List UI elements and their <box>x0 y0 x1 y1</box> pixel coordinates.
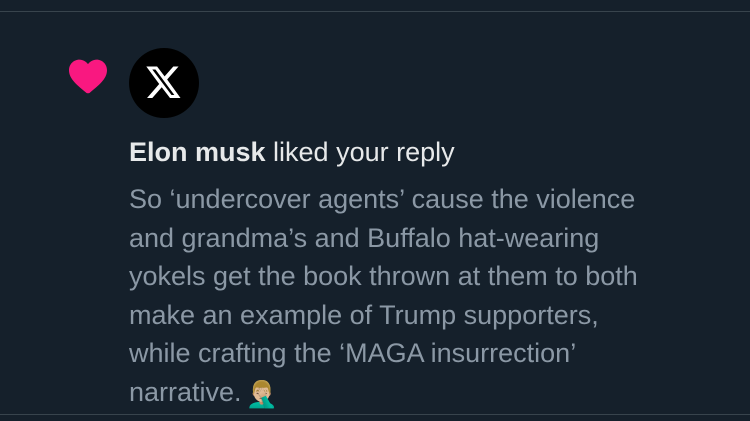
avatar[interactable] <box>129 48 199 118</box>
reply-last-line: narrative. 🤦🏼‍♂️ <box>129 373 729 412</box>
reply-line: narrative. <box>129 376 242 407</box>
reply-line: while crafting the ‘MAGA insurrection’ <box>129 338 577 368</box>
x-logo-icon <box>146 66 181 98</box>
like-notification[interactable]: Elon musk liked your reply So ‘undercove… <box>0 12 750 414</box>
heart-icon <box>69 59 107 94</box>
reply-line: make an example of Trump supporters, <box>129 299 599 330</box>
user-name[interactable]: Elon musk <box>129 137 266 167</box>
reply-text[interactable]: So ‘undercover agents’ cause the violenc… <box>129 180 729 411</box>
notification-headline: Elon musk liked your reply <box>129 135 455 169</box>
reply-line: So ‘undercover agents’ cause the violenc… <box>129 184 636 214</box>
reply-line: yokels get the book thrown at them to bo… <box>129 261 638 291</box>
reply-line: and grandma’s and Buffalo hat-wearing <box>129 222 600 253</box>
bottom-divider <box>0 414 750 415</box>
facepalm-emoji: 🤦🏼‍♂️ <box>245 378 278 409</box>
notification-action-text: liked your reply <box>265 137 455 167</box>
